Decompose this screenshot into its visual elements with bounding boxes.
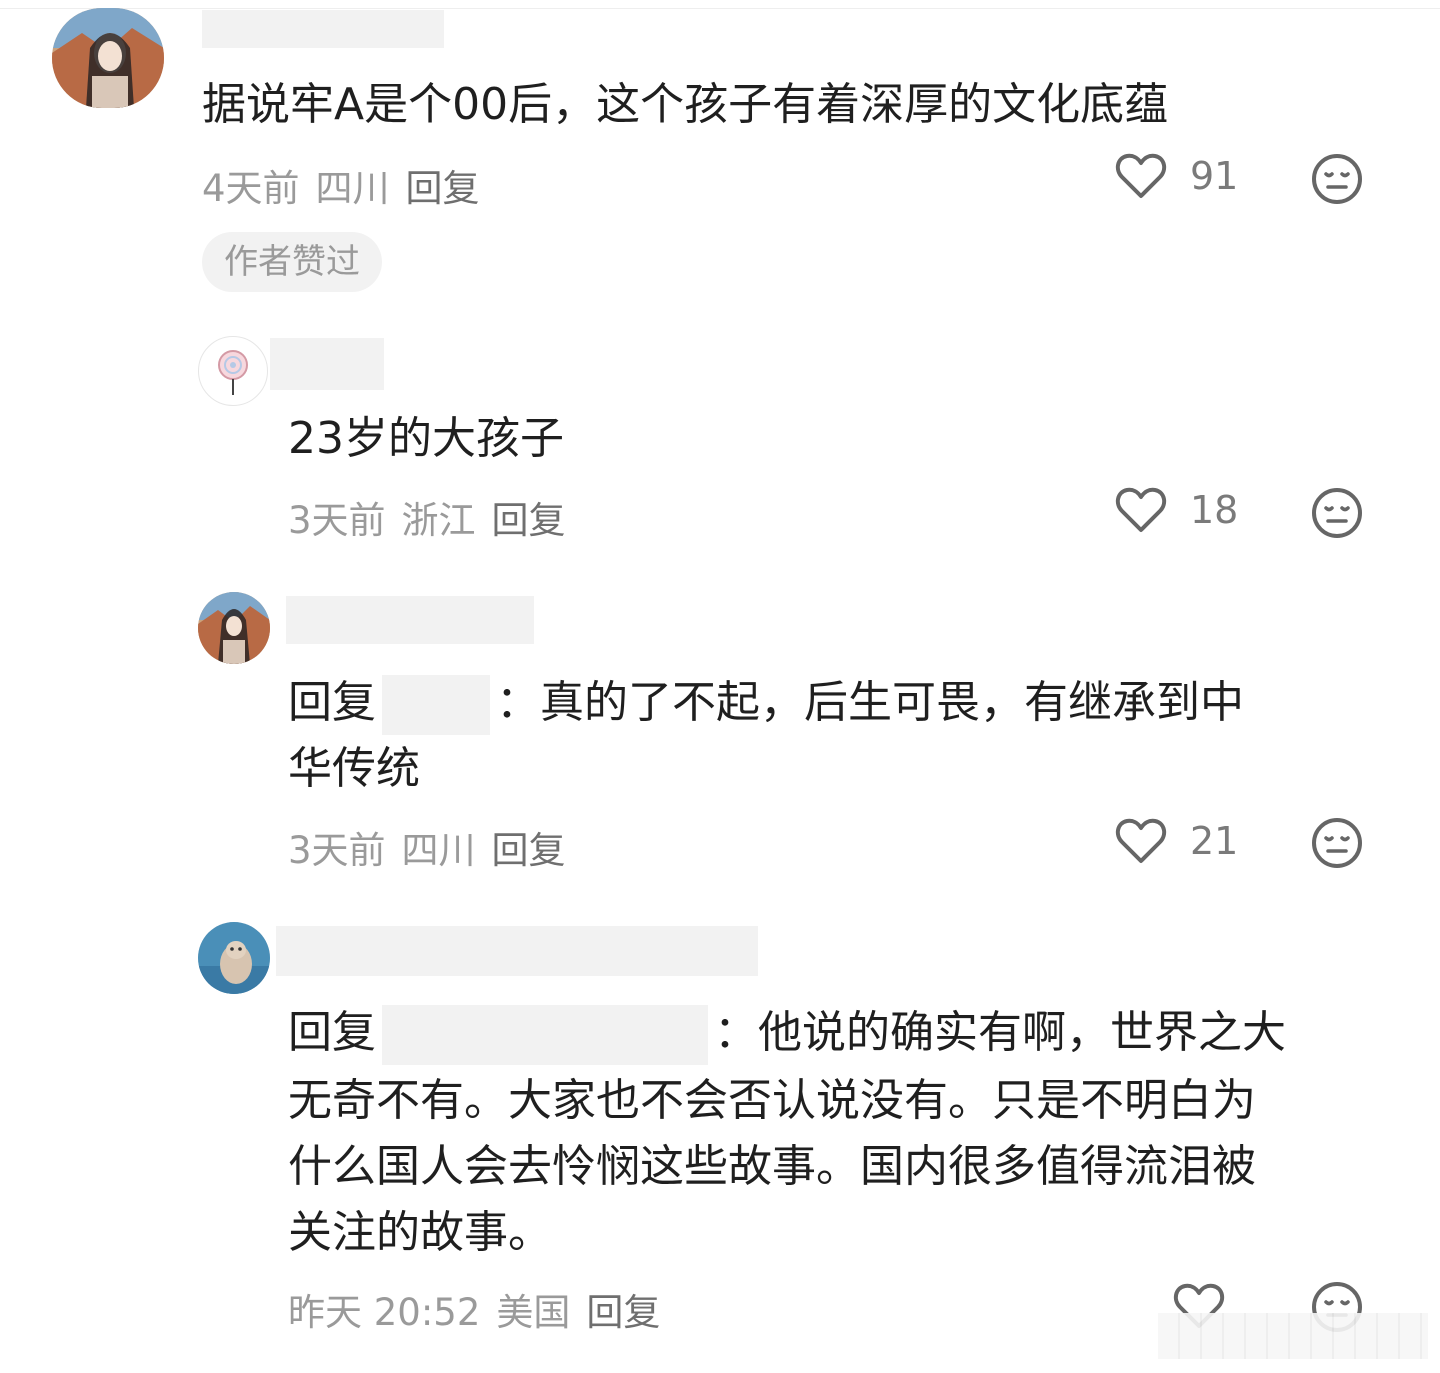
avatar[interactable]: [198, 336, 268, 406]
reply-button[interactable]: 回复: [492, 499, 566, 542]
heart-outline-icon: [1115, 153, 1167, 198]
comment-meta: 3天前 浙江 回复: [288, 490, 582, 544]
comment-time: 3天前: [288, 829, 386, 872]
like-count: 21: [1190, 819, 1239, 863]
avatar[interactable]: [198, 592, 270, 664]
reply-button[interactable]: 回复: [586, 1291, 660, 1334]
like-button[interactable]: 91: [1114, 150, 1238, 202]
comment-text: ：他说的确实有啊，世界之大: [714, 1007, 1286, 1058]
username-redacted[interactable]: [286, 596, 534, 644]
comment-time: 4天前: [202, 167, 300, 210]
comment-text: 据说牢A是个00后，这个孩子有着深厚的文化底蕴: [202, 79, 1169, 130]
reply-prefix: 回复: [288, 677, 376, 728]
comment-meta: 3天前 四川 回复: [288, 820, 582, 874]
dislike-button[interactable]: [1310, 486, 1364, 544]
comment-text-line: 华传统: [288, 743, 420, 794]
heart-outline-icon: [1115, 487, 1167, 532]
username-redacted[interactable]: [202, 10, 444, 48]
comment-text-line: 关注的故事。: [288, 1207, 552, 1258]
comment-time: 昨天 20:52: [288, 1291, 481, 1334]
comment-text: ：真的了不起，后生可畏，有继承到中: [496, 677, 1244, 728]
watermark: [1158, 1313, 1428, 1359]
like-count: 18: [1190, 488, 1239, 532]
comment-text-line: 什么国人会去怜悯这些故事。国内很多值得流泪被: [288, 1141, 1256, 1192]
neutral-face-icon: [1312, 488, 1362, 538]
avatar[interactable]: [198, 922, 270, 994]
mentioned-username-redacted[interactable]: [382, 675, 490, 735]
comment-location: 四川: [401, 829, 476, 872]
reply-button[interactable]: 回复: [406, 167, 480, 210]
neutral-face-icon: [1312, 154, 1362, 204]
username-redacted[interactable]: [276, 926, 758, 976]
avatar[interactable]: [52, 8, 164, 108]
dislike-button[interactable]: [1310, 816, 1364, 874]
comment-text-line: 回复 ：真的了不起，后生可畏，有继承到中: [288, 670, 1244, 736]
comment-time: 3天前: [288, 499, 386, 542]
author-liked-badge: 作者赞过: [202, 232, 382, 292]
comment-text-line: 无奇不有。大家也不会否认说没有。只是不明白为: [288, 1075, 1256, 1126]
comment-location: 四川: [315, 167, 390, 210]
like-button[interactable]: 21: [1114, 815, 1238, 867]
username-redacted[interactable]: [270, 338, 384, 390]
comment-location: 美国: [496, 1291, 571, 1334]
reply-button[interactable]: 回复: [492, 829, 566, 872]
reply-prefix: 回复: [288, 1007, 376, 1058]
neutral-face-icon: [1312, 818, 1362, 868]
comment-text-line: 回复 ：他说的确实有啊，世界之大: [288, 1000, 1286, 1066]
comment-location: 浙江: [401, 499, 476, 542]
top-divider: [0, 0, 1440, 9]
comment-meta: 昨天 20:52 美国 回复: [288, 1282, 676, 1336]
mentioned-username-redacted[interactable]: [382, 1005, 708, 1065]
dislike-button[interactable]: [1310, 152, 1364, 210]
comment-meta: 4天前 四川 回复: [202, 158, 496, 212]
heart-outline-icon: [1115, 818, 1167, 863]
like-count: 91: [1190, 154, 1239, 198]
comment-text: 23岁的大孩子: [288, 413, 564, 464]
like-button[interactable]: 18: [1114, 484, 1238, 536]
